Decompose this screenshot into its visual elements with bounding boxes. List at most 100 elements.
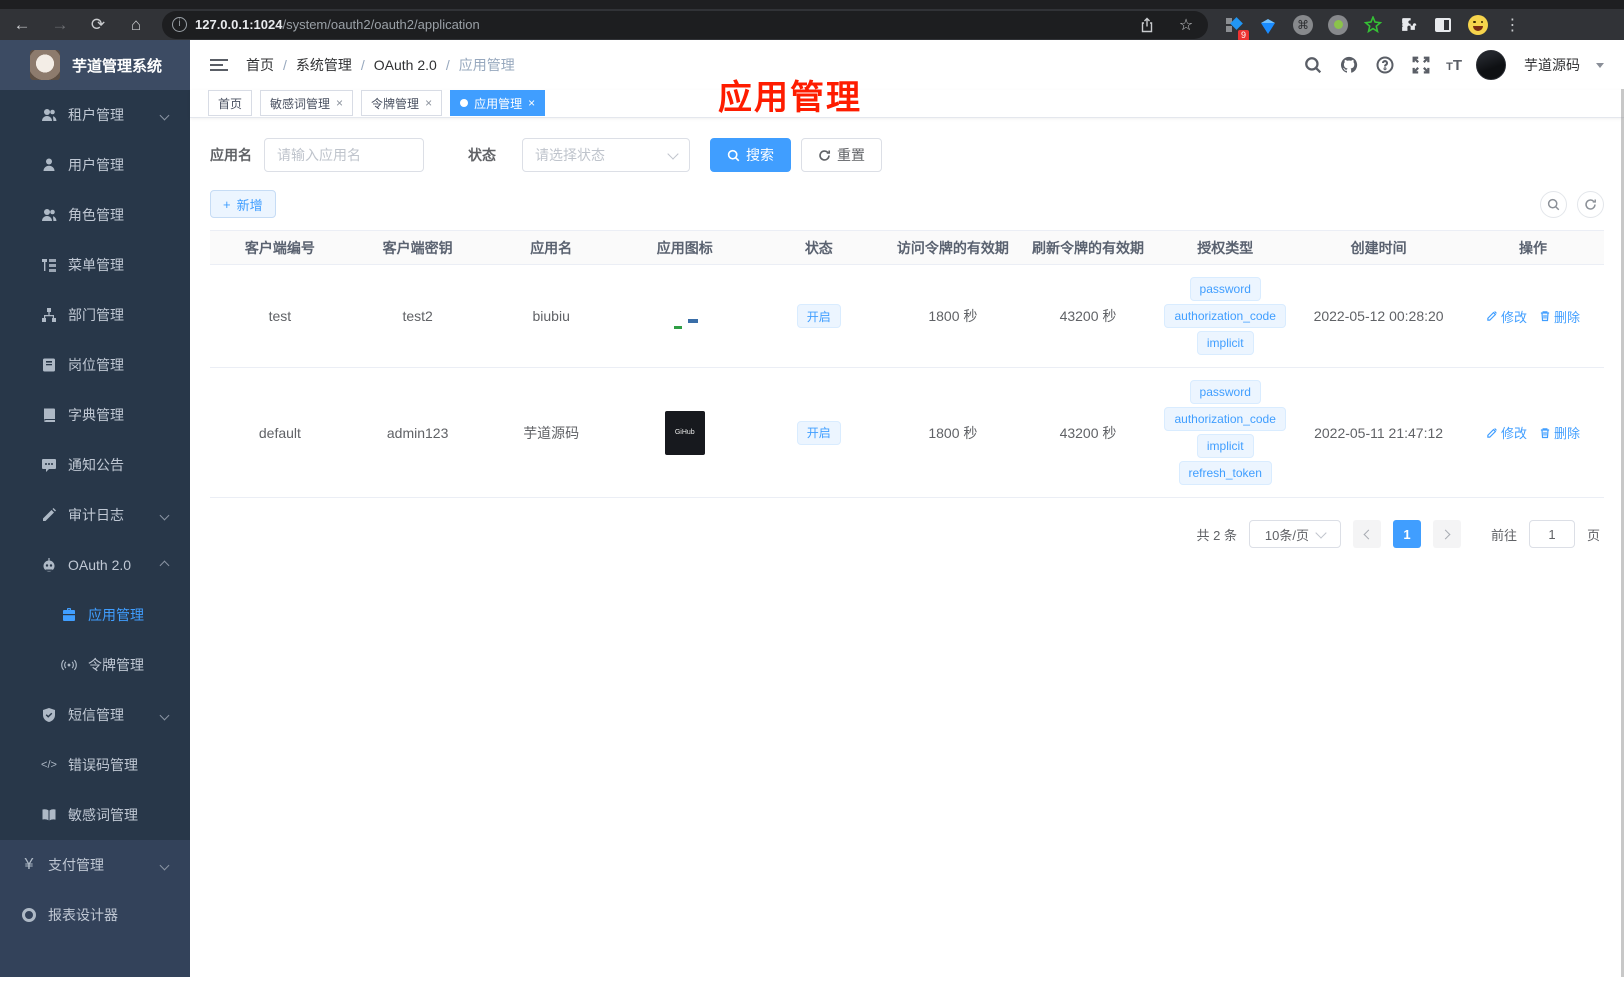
sidebar-item-oauth2-token[interactable]: 令牌管理 [0, 640, 190, 690]
close-icon[interactable]: × [425, 96, 432, 110]
sidebar-item-report-designer[interactable]: 报表设计器 [0, 890, 190, 940]
extension-command-icon[interactable]: ⌘ [1292, 14, 1314, 36]
system-submenu: 租户管理 用户管理 角色管理 菜单管理 部门管理 岗位管理 字典管理 通知公告 … [0, 90, 190, 840]
breadcrumb-system[interactable]: 系统管理 [296, 55, 352, 75]
grant-tag: implicit [1196, 434, 1254, 458]
pagination: 共 2 条 10条/页 1 前往 页 [210, 520, 1604, 548]
browser-forward-icon[interactable]: → [48, 15, 72, 35]
code-icon: </> [41, 759, 57, 771]
cell-created: 2022-05-12 00:28:20 [1295, 264, 1463, 368]
chevron-down-icon [667, 147, 679, 160]
status-select[interactable]: 请选择状态 [522, 138, 690, 172]
sidebar-item-tenant[interactable]: 租户管理 [0, 90, 190, 140]
user-avatar[interactable] [1476, 50, 1506, 80]
sidebar-item-label: 部门管理 [68, 307, 124, 323]
prev-page-button[interactable] [1352, 520, 1381, 548]
status-badge: 开启 [796, 304, 841, 328]
sidebar-item-pay[interactable]: ¥ 支付管理 [0, 840, 190, 890]
close-icon[interactable]: × [336, 96, 343, 110]
tab-token[interactable]: 令牌管理 × [361, 90, 443, 116]
font-size-icon[interactable]: TT [1446, 57, 1462, 74]
sidebar-item-oauth2-application[interactable]: 应用管理 [0, 590, 190, 640]
browser-back-icon[interactable]: ← [10, 15, 34, 35]
sidebar-item-error-code[interactable]: </> 错误码管理 [0, 740, 190, 790]
status-label: 状态 [468, 147, 496, 163]
github-icon[interactable] [1338, 54, 1360, 76]
table-header-row: 客户端编号 客户端密钥 应用名 应用图标 状态 访问令牌的有效期 刷新令牌的有效… [210, 230, 1604, 265]
tab-views-bar: 首页 敏感词管理 × 令牌管理 × 应用管理 × [190, 90, 1624, 118]
tab-home[interactable]: 首页 [208, 90, 253, 116]
side-panel-icon[interactable] [1432, 14, 1454, 36]
cell-refresh-ttl: 43200 秒 [1020, 367, 1156, 498]
sidebar-item-sensitive-word[interactable]: 敏感词管理 [0, 790, 190, 840]
tab-application[interactable]: 应用管理 × [450, 90, 546, 116]
sidebar-item-dept[interactable]: 部门管理 [0, 290, 190, 340]
book-icon [40, 406, 58, 424]
app-logo[interactable]: 芋道管理系统 [0, 40, 190, 90]
bookmark-star-icon[interactable]: ☆ [1174, 15, 1198, 35]
reset-button[interactable]: 重置 [801, 138, 882, 172]
extension-vue-devtools-icon[interactable] [1362, 14, 1384, 36]
sidebar-item-sms[interactable]: 短信管理 [0, 690, 190, 740]
fullscreen-icon[interactable] [1410, 54, 1432, 76]
tab-sensitive-word[interactable]: 敏感词管理 × [260, 90, 354, 116]
col-status: 状态 [752, 230, 886, 265]
app-name-input[interactable] [264, 138, 424, 172]
extensions-puzzle-icon[interactable] [1397, 14, 1419, 36]
sidebar-item-oauth2[interactable]: OAuth 2.0 [0, 540, 190, 590]
extension-recorder-icon[interactable] [1327, 14, 1349, 36]
page-size-select[interactable]: 10条/页 [1248, 520, 1341, 548]
url-path: /system/oauth2/oauth2/application [282, 17, 480, 32]
sidebar-item-audit-log[interactable]: 审计日志 [0, 490, 190, 540]
chevron-down-icon [159, 860, 170, 870]
sidebar-item-label: 错误码管理 [68, 757, 138, 773]
cell-access-ttl: 1800 秒 [885, 264, 1021, 368]
search-icon[interactable] [1302, 54, 1324, 76]
org-chart-icon [40, 306, 58, 324]
close-icon[interactable]: × [528, 96, 535, 110]
grant-type-tags: password authorization_code implicit [1159, 277, 1291, 355]
username[interactable]: 芋道源码 [1524, 55, 1580, 75]
chevron-down-icon [1315, 526, 1327, 539]
add-button[interactable]: + 新增 [210, 190, 276, 218]
browser-home-icon[interactable]: ⌂ [124, 15, 148, 35]
breadcrumb-separator: / [283, 57, 287, 73]
sidebar-item-menu[interactable]: 菜单管理 [0, 240, 190, 290]
browser-reload-icon[interactable]: ⟳ [86, 15, 110, 35]
goto-label: 前往 [1490, 527, 1517, 543]
edit-button[interactable]: 修改 [1486, 423, 1527, 442]
site-info-icon[interactable]: i [172, 17, 187, 32]
breadcrumb-home[interactable]: 首页 [246, 55, 274, 75]
share-icon[interactable] [1136, 14, 1158, 36]
edit-button[interactable]: 修改 [1486, 307, 1527, 326]
table-row: default admin123 芋道源码 GiHub 开启 1800 秒 43… [210, 367, 1604, 498]
sidebar-item-notice[interactable]: 通知公告 [0, 440, 190, 490]
sidebar-item-label: 短信管理 [68, 707, 124, 723]
chevron-down-icon[interactable] [1596, 62, 1604, 68]
show-search-icon[interactable] [1540, 190, 1567, 218]
edit-log-icon [40, 506, 58, 524]
breadcrumb-oauth2[interactable]: OAuth 2.0 [374, 57, 437, 73]
page-number-button[interactable]: 1 [1392, 520, 1421, 548]
sidebar-item-role[interactable]: 角色管理 [0, 190, 190, 240]
extension-blocks-icon[interactable]: 9 [1222, 14, 1249, 41]
next-page-button[interactable] [1432, 520, 1461, 548]
browser-menu-icon[interactable]: ⋮ [1502, 14, 1524, 36]
search-button[interactable]: 搜索 [710, 138, 791, 172]
goto-page-input[interactable] [1528, 520, 1575, 548]
tab-label: 首页 [218, 96, 243, 111]
extension-gem-icon[interactable] [1257, 14, 1279, 36]
address-bar[interactable]: i 127.0.0.1:1024/system/oauth2/oauth2/ap… [162, 10, 1208, 39]
sidebar-collapse-icon[interactable] [210, 59, 228, 71]
plus-icon: + [223, 196, 231, 212]
profile-avatar-icon[interactable] [1467, 14, 1489, 36]
delete-button[interactable]: 删除 [1539, 423, 1580, 442]
sidebar-item-dict[interactable]: 字典管理 [0, 390, 190, 440]
sidebar-item-post[interactable]: 岗位管理 [0, 340, 190, 390]
refresh-table-icon[interactable] [1577, 190, 1604, 218]
help-icon[interactable] [1374, 54, 1396, 76]
delete-button[interactable]: 删除 [1539, 307, 1580, 326]
grant-tag: authorization_code [1164, 304, 1286, 328]
sidebar-item-user[interactable]: 用户管理 [0, 140, 190, 190]
breadcrumb-separator: / [445, 57, 450, 73]
